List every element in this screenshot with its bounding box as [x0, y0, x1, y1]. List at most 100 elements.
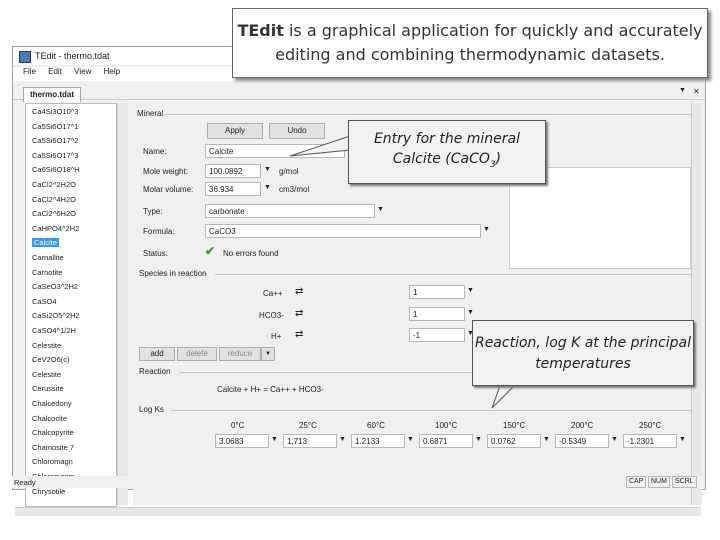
name-label: Name:	[143, 147, 167, 156]
menu-view[interactable]: View	[74, 67, 91, 76]
species-row-name: Ca++	[263, 289, 283, 298]
tree-item[interactable]: CeV2O6(c)	[32, 355, 70, 364]
tree-item[interactable]: Chamosite 7	[32, 443, 74, 452]
status-bar: Ready CAP NUM SCRL	[12, 476, 704, 488]
type-select[interactable]: carbonate	[205, 204, 375, 218]
tree-item[interactable]: CaHPO4^2H2	[32, 224, 79, 233]
species-coef-field[interactable]: 1	[409, 285, 465, 299]
logk-temp-label: 0°C	[231, 421, 245, 430]
species-coef-field[interactable]: 1	[409, 307, 465, 321]
app-icon	[19, 51, 31, 63]
group-reaction-title: Reaction	[137, 367, 173, 376]
molar-volume-unit: cm3/mol	[279, 185, 310, 194]
tree-scrollbar[interactable]	[117, 103, 128, 505]
logk-temp-label: 200°C	[571, 421, 594, 430]
logk-value-field[interactable]: 1.713	[283, 434, 337, 448]
tree-item[interactable]: Celestite	[32, 370, 61, 379]
coef-chevron-down-icon[interactable]: ▼	[467, 309, 474, 316]
menu-help[interactable]: Help	[104, 67, 120, 76]
tree-item[interactable]: Ca5Si6O17^3	[32, 151, 78, 160]
menu-edit[interactable]: Edit	[48, 67, 62, 76]
mole-weight-chevron-down-icon[interactable]: ▼	[264, 166, 271, 173]
menu-file[interactable]: File	[23, 67, 36, 76]
delete-button[interactable]: delete	[177, 347, 217, 361]
logk-value-field[interactable]: 0.0762	[487, 434, 541, 448]
close-icon[interactable]: ✕	[693, 87, 700, 96]
tree-item[interactable]: CaSeO3^2H2	[32, 282, 78, 291]
species-row-name: HCO3-	[259, 311, 284, 320]
swap-icon[interactable]: ⇄	[295, 286, 303, 297]
reaction-callout: Reaction, log K at the principal tempera…	[472, 320, 694, 386]
reduce-chevron-down-icon[interactable]: ▼	[261, 347, 275, 361]
status-num: NUM	[648, 476, 670, 488]
logk-value-field[interactable]: -1.2301	[623, 434, 677, 448]
swap-icon[interactable]: ⇄	[295, 308, 303, 319]
status-scrl: SCRL	[672, 476, 697, 488]
logk-value-field[interactable]: 1.2133	[351, 434, 405, 448]
tree-item[interactable]: Chalcopyrite	[32, 428, 74, 437]
logk-temp-label: 150°C	[503, 421, 526, 430]
tree-item[interactable]: CaSO4^1/2H	[32, 326, 76, 335]
tree-item[interactable]: Ca4Si3O10^3	[32, 107, 78, 116]
coef-chevron-down-icon[interactable]: ▼	[467, 287, 474, 294]
tree-item[interactable]: Carnallite	[32, 253, 64, 262]
logk-chevron-down-icon[interactable]: ▼	[339, 436, 346, 443]
apply-button[interactable]: Apply	[207, 123, 263, 139]
tree-item[interactable]: Chalcedony	[32, 399, 72, 408]
logk-value-field[interactable]: -0.5349	[555, 434, 609, 448]
type-label: Type:	[143, 207, 163, 216]
species-row-name: H+	[271, 332, 282, 341]
tree-item[interactable]: Celestite	[32, 341, 61, 350]
logk-chevron-down-icon[interactable]: ▼	[475, 436, 482, 443]
mineral-tree[interactable]: Ca4Si3O10^3 Ca5Si6O17^1 Ca5Si6O17^2 Ca5Si6O…	[25, 103, 117, 507]
swap-icon[interactable]: ⇄	[295, 329, 303, 340]
reduce-button[interactable]: reduce	[219, 347, 261, 361]
divider	[161, 114, 691, 115]
group-logk-title: Log Ks	[137, 405, 166, 414]
entry-callout-end: )	[495, 151, 502, 167]
formula-label: Formula:	[143, 227, 175, 236]
logk-chevron-down-icon[interactable]: ▼	[679, 436, 686, 443]
logk-temp-label: 25°C	[299, 421, 317, 430]
add-button[interactable]: add	[139, 347, 175, 361]
logk-chevron-down-icon[interactable]: ▼	[407, 436, 414, 443]
logk-temp-label: 100°C	[435, 421, 458, 430]
logk-value-field[interactable]: 3.0683	[215, 434, 269, 448]
tree-item[interactable]: CaSi2O5^2H2	[32, 311, 80, 320]
intro-callout: TEdit is a graphical application for qui…	[232, 8, 708, 78]
entry-callout: Entry for the mineral Calcite (CaCO3)	[348, 120, 546, 184]
panel-scrollbar[interactable]	[691, 103, 702, 505]
logk-value-field[interactable]: 0.6871	[419, 434, 473, 448]
tree-item[interactable]: Ca5Si6O17^2	[32, 136, 78, 145]
molar-volume-chevron-down-icon[interactable]: ▼	[264, 184, 271, 191]
tree-item[interactable]: Cerussite	[32, 384, 64, 393]
horizontal-scrollbar[interactable]	[15, 507, 701, 516]
tab-thermo-tdat[interactable]: thermo.tdat	[23, 87, 81, 102]
mole-weight-field[interactable]: 100.0892	[205, 164, 261, 178]
tree-item[interactable]: CaCl2^2H2O	[32, 180, 76, 189]
logk-temp-label: 60°C	[367, 421, 385, 430]
tree-item[interactable]: Carnotite	[32, 268, 62, 277]
molar-volume-field[interactable]: 36.934	[205, 182, 261, 196]
tree-item[interactable]: Chloromagn	[32, 457, 73, 466]
logk-chevron-down-icon[interactable]: ▼	[543, 436, 550, 443]
tab-list-chevron-icon[interactable]: ▼	[679, 87, 686, 94]
tree-item[interactable]: Ca6Si6O18^H	[32, 165, 80, 174]
tree-item[interactable]: CaCl2^4H2O	[32, 195, 76, 204]
intro-callout-text: is a graphical application for quickly a…	[275, 21, 703, 64]
type-chevron-down-icon[interactable]: ▼	[377, 206, 384, 213]
tree-item-selected[interactable]: Calcite	[32, 238, 59, 248]
formula-field[interactable]: CaCO3	[205, 224, 481, 238]
tree-item[interactable]: CaSO4	[32, 297, 57, 306]
logk-chevron-down-icon[interactable]: ▼	[611, 436, 618, 443]
species-coef-field[interactable]: -1	[409, 328, 465, 342]
tree-item[interactable]: CaCl2^6H2O	[32, 209, 76, 218]
tree-item[interactable]: Chalcocite	[32, 414, 67, 423]
group-species-title: Species in reaction	[137, 269, 209, 278]
intro-callout-app-name: TEdit	[237, 21, 284, 40]
logk-chevron-down-icon[interactable]: ▼	[271, 436, 278, 443]
window-title: TEdit - thermo.tdat	[35, 51, 110, 61]
tree-item[interactable]: Ca5Si6O17^1	[32, 122, 78, 131]
formula-chevron-down-icon[interactable]: ▼	[483, 226, 490, 233]
logk-temp-label: 250°C	[639, 421, 662, 430]
